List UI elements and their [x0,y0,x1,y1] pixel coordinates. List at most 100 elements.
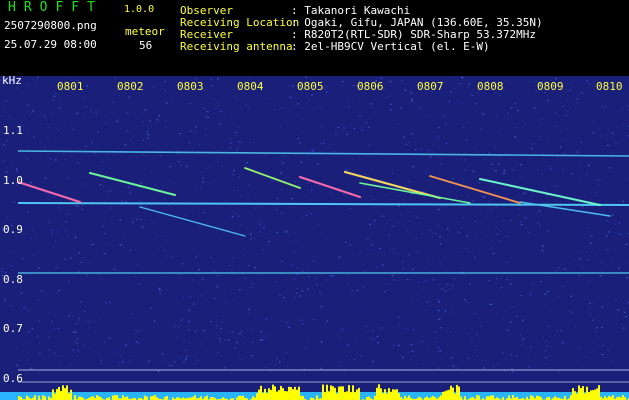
noise-speck [263,224,265,226]
noise-speck [389,103,392,105]
noise-speck [161,353,164,355]
x-tick-label: 0805 [297,80,324,93]
noise-speck [26,158,29,160]
noise-speck [591,161,593,163]
x-tick-label: 0806 [357,80,384,93]
noise-speck [555,269,558,272]
noise-speck [21,258,24,260]
noise-speck [352,84,355,86]
noise-speck [410,92,412,94]
noise-speck [574,325,577,327]
noise-speck [367,126,370,129]
noise-speck [246,162,248,164]
level-bar [60,391,62,400]
noise-speck [570,256,572,258]
level-bar [352,385,354,400]
noise-speck [436,266,438,268]
noise-speck [515,167,517,169]
level-bar [618,396,620,400]
noise-speck [611,322,614,324]
level-bar [582,386,584,400]
noise-speck [609,152,612,154]
noise-speck [497,321,499,323]
noise-speck [119,219,122,221]
noise-speck [295,287,298,289]
noise-speck [437,225,439,227]
noise-speck [194,131,196,133]
noise-speck [597,296,599,299]
noise-speck [355,337,358,340]
level-bar [454,393,456,400]
noise-speck [248,184,250,186]
level-bar [536,395,538,400]
noise-speck [498,240,501,242]
noise-speck [593,341,595,344]
noise-speck [519,164,522,166]
noise-speck [351,158,354,160]
noise-speck [507,112,510,114]
noise-speck [99,183,102,186]
noise-speck [210,78,213,80]
noise-speck [598,231,600,233]
noise-speck [466,301,468,303]
noise-speck [517,109,519,112]
level-bar [44,396,46,400]
noise-speck [147,137,149,139]
noise-speck [532,264,535,266]
noise-speck [400,213,403,215]
noise-speck [602,210,604,212]
noise-speck [580,184,582,186]
noise-speck [209,256,212,258]
noise-speck [319,143,322,145]
noise-speck [597,184,600,186]
level-bar [508,395,510,400]
level-bar [532,396,534,400]
noise-speck [287,85,289,88]
noise-speck [40,290,43,292]
noise-speck [353,128,356,130]
level-bar [444,391,446,400]
noise-speck [424,115,426,117]
noise-speck [121,361,124,363]
noise-speck [620,247,622,249]
noise-speck [348,274,350,276]
noise-speck [515,103,517,105]
noise-speck [486,359,488,361]
level-bar [354,392,356,400]
noise-speck [511,169,514,171]
noise-speck [150,308,153,310]
noise-speck [383,252,386,254]
noise-speck [1,268,4,270]
noise-speck [462,251,465,253]
noise-speck [610,360,613,362]
level-bar [376,387,378,400]
noise-speck [314,107,316,109]
noise-speck [121,200,124,202]
noise-speck [440,327,442,329]
noise-speck [586,227,588,230]
level-bar [284,391,286,400]
noise-speck [438,127,441,129]
level-bar [238,395,240,400]
level-bar [266,393,268,400]
noise-speck [510,353,512,356]
noise-speck [337,126,340,129]
noise-speck [261,249,264,251]
noise-speck [169,165,171,168]
noise-speck [180,363,183,365]
noise-speck [610,275,613,277]
noise-speck [232,257,234,259]
noise-speck [437,136,440,138]
noise-speck [427,255,429,257]
noise-speck [555,94,557,96]
noise-speck [367,282,369,285]
noise-speck [469,336,471,338]
noise-speck [298,184,301,186]
noise-speck [281,107,283,109]
noise-speck [420,142,422,144]
noise-speck [567,311,570,313]
level-bar [512,395,514,400]
noise-speck [364,269,366,272]
noise-speck [410,343,413,346]
noise-speck [69,156,71,158]
